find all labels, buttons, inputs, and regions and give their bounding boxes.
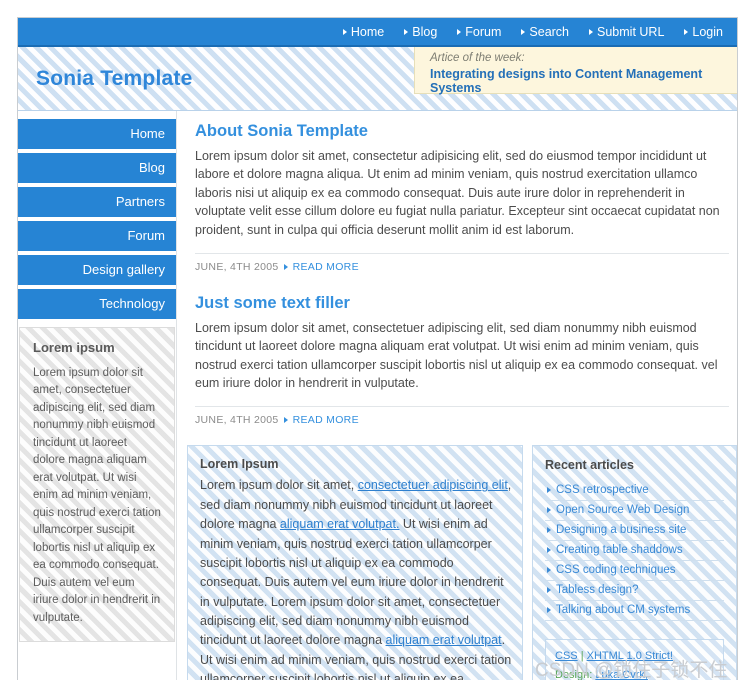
recent-article-label: CSS coding techniques — [556, 564, 676, 577]
sidebar-item-partners[interactable]: Partners — [18, 187, 176, 217]
body-wrapper: Home Blog Partners Forum Design gallery … — [18, 111, 737, 680]
xhtml-validation-link[interactable]: XHTML 1.0 Strict! — [587, 650, 673, 662]
topnav-item-submit-url[interactable]: Submit URL — [589, 25, 664, 39]
recent-article-label: CSS retrospective — [556, 484, 649, 497]
recent-article-label: Designing a business site — [556, 524, 687, 537]
read-more-link[interactable]: READ MORE — [293, 414, 359, 426]
validation-box: CSS | XHTML 1.0 Strict! Design: Luka Cvr… — [545, 639, 724, 680]
article-of-the-week-label: Artice of the week: — [430, 52, 525, 64]
recent-article-link[interactable]: Creating table shaddows — [545, 541, 724, 562]
article-spacer — [187, 273, 737, 291]
sidebar-item-forum[interactable]: Forum — [18, 221, 176, 251]
sidebar-item-design-gallery[interactable]: Design gallery — [18, 255, 176, 285]
triangle-bullet-icon — [547, 567, 551, 574]
triangle-bullet-icon — [457, 28, 462, 35]
article-title: Just some text filler — [195, 293, 350, 312]
triangle-bullet-icon — [342, 28, 347, 35]
topnav-label: Search — [529, 24, 570, 39]
recent-article-label: Creating table shaddows — [556, 544, 683, 557]
sidebar-item-home[interactable]: Home — [18, 119, 176, 149]
page-frame: Home Blog Forum Search Submit URL Login … — [17, 17, 738, 680]
lorem-ipsum-panel: Lorem Ipsum Lorem ipsum dolor sit amet, … — [187, 445, 523, 680]
topnav-item-login[interactable]: Login — [684, 25, 723, 39]
recent-article-link[interactable]: CSS retrospective — [545, 481, 724, 502]
recent-articles-title: Recent articles — [545, 458, 634, 473]
validation-separator: | — [580, 650, 584, 663]
recent-article-label: Open Source Web Design — [556, 504, 690, 517]
article-just-some-text-filler: Just some text filler Lorem ipsum dolor … — [187, 293, 737, 426]
sidebar-item-technology[interactable]: Technology — [18, 289, 176, 319]
main-content: About Sonia Template Lorem ipsum dolor s… — [176, 111, 737, 680]
article-meta: JUNE, 4TH 2005 READ MORE — [195, 406, 729, 426]
topnav-label: Login — [692, 24, 723, 39]
article-about-sonia-template: About Sonia Template Lorem ipsum dolor s… — [187, 122, 737, 273]
validation-line-standards: CSS | XHTML 1.0 Strict! — [555, 647, 714, 666]
topnav-label: Forum — [465, 24, 502, 39]
design-label: Design: — [555, 669, 593, 680]
recent-articles-panel: Recent articles CSS retrospective Open S… — [532, 445, 737, 680]
inline-link[interactable]: aliquam erat volutpat — [386, 633, 502, 647]
triangle-bullet-icon — [547, 607, 551, 614]
sidebar-info-box-text: Lorem ipsum dolor sit amet, consectetuer… — [33, 367, 161, 624]
read-more-link[interactable]: READ MORE — [293, 261, 359, 273]
article-title: About Sonia Template — [195, 122, 368, 140]
triangle-bullet-icon — [684, 28, 689, 35]
triangle-bullet-icon — [404, 28, 409, 35]
triangle-bullet-icon — [521, 28, 526, 35]
recent-article-link[interactable]: Talking about CM systems — [545, 601, 724, 622]
article-of-the-week-box[interactable]: Artice of the week: Integrating designs … — [414, 47, 737, 95]
recent-article-link[interactable]: Designing a business site — [545, 521, 724, 542]
recent-article-link[interactable]: Open Source Web Design — [545, 501, 724, 522]
topnav-label: Submit URL — [597, 24, 665, 39]
sidebar-info-box: Lorem ipsum Lorem ipsum dolor sit amet, … — [19, 327, 175, 643]
article-meta: JUNE, 4TH 2005 READ MORE — [195, 252, 729, 273]
article-body: Lorem ipsum dolor sit amet, consectetur … — [195, 149, 720, 237]
article-date: JUNE, 4TH 2005 — [195, 260, 279, 273]
recent-article-label: Tabless design? — [556, 584, 639, 597]
recent-article-link[interactable]: Tabless design? — [545, 581, 724, 602]
recent-article-label: Talking about CM systems — [556, 604, 691, 617]
triangle-bullet-icon — [283, 417, 288, 424]
triangle-bullet-icon — [589, 28, 594, 35]
css-validation-link[interactable]: CSS — [555, 650, 578, 662]
inline-link[interactable]: consectetuer adipiscing elit — [358, 478, 508, 492]
inline-link[interactable]: aliquam erat volutpat. — [280, 517, 400, 531]
topnav-label: Blog — [412, 24, 438, 39]
topnav-item-home[interactable]: Home — [342, 24, 385, 39]
triangle-bullet-icon — [547, 527, 551, 534]
validation-line-design: Design: Luka Cvrk, xxxxxxxxx.com — [555, 666, 714, 680]
topnav-label: Home — [350, 24, 385, 39]
article-of-the-week-title[interactable]: Integrating designs into Content Managem… — [430, 67, 737, 95]
topnav-item-forum[interactable]: Forum — [457, 25, 501, 39]
article-date: JUNE, 4TH 2005 — [195, 414, 279, 427]
site-title: Sonia Template — [36, 67, 193, 90]
triangle-bullet-icon — [547, 587, 551, 594]
article-body: Lorem ipsum dolor sit amet, consectetuer… — [195, 320, 718, 390]
triangle-bullet-icon — [283, 263, 288, 270]
recent-article-link[interactable]: CSS coding techniques — [545, 561, 724, 582]
bottom-panels-row: Lorem Ipsum Lorem ipsum dolor sit amet, … — [187, 445, 737, 680]
panel-body-text: Lorem ipsum dolor sit amet, consectetuer… — [200, 478, 512, 680]
triangle-bullet-icon — [547, 547, 551, 554]
site-header: Sonia Template Artice of the week: Integ… — [18, 47, 737, 111]
triangle-bullet-icon — [547, 487, 551, 494]
sidebar-item-blog[interactable]: Blog — [18, 153, 176, 183]
topnav-item-blog[interactable]: Blog — [404, 25, 437, 39]
triangle-bullet-icon — [547, 507, 551, 514]
sidebar: Home Blog Partners Forum Design gallery … — [18, 111, 176, 643]
sidebar-info-box-title: Lorem ipsum — [33, 340, 115, 355]
panel-title: Lorem Ipsum — [200, 457, 279, 472]
top-navigation: Home Blog Forum Search Submit URL Login — [18, 18, 737, 47]
topnav-item-search[interactable]: Search — [521, 25, 569, 39]
